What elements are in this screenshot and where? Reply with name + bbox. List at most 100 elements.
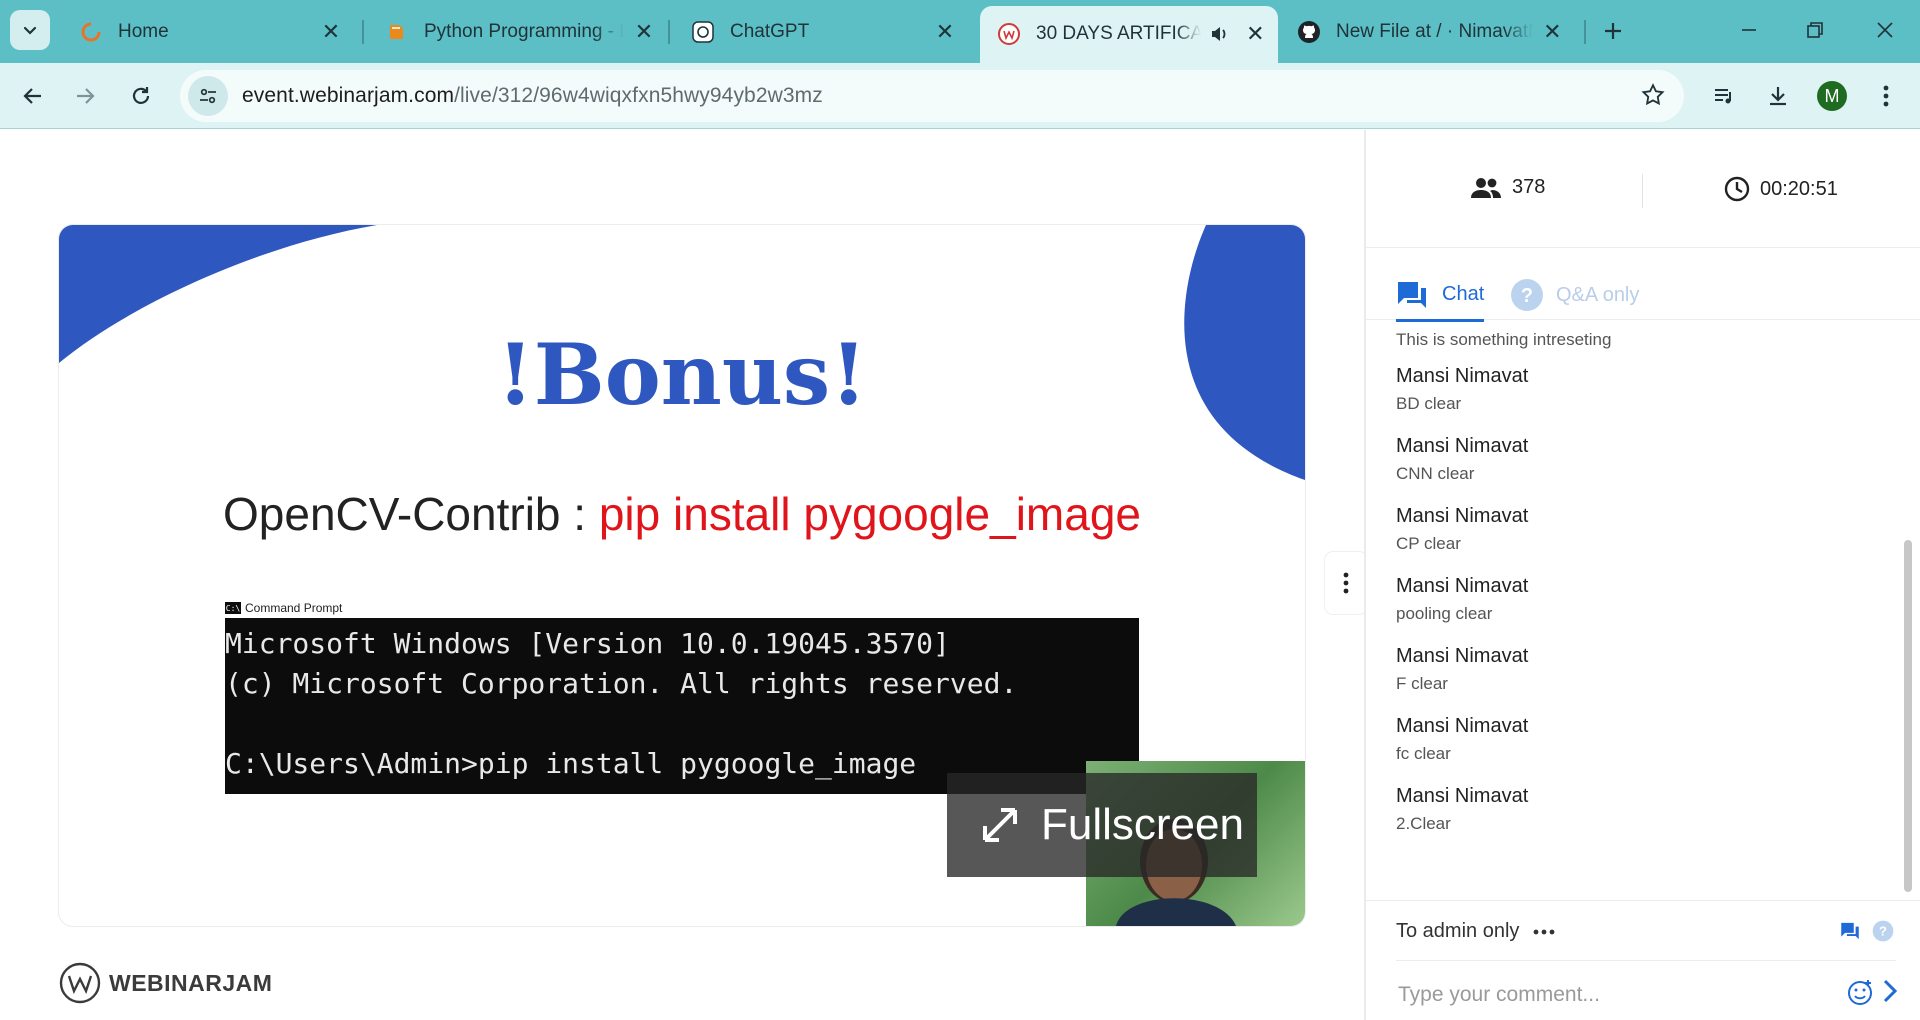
tab-separator [1584,20,1586,44]
question-icon[interactable]: ? [1872,920,1894,942]
tab-webinar-active[interactable]: 30 DAYS ARTIFICAL IN ✕ [980,6,1278,63]
tab-title: ChatGPT [730,20,810,42]
elapsed-time-value: 00:20:51 [1760,177,1838,200]
message-text: CNN clear [1396,464,1475,483]
chat-icon [1398,281,1426,308]
people-icon [1471,177,1501,198]
emoji-icon [1848,980,1872,1005]
chat-tabs: Chat ? Q&A only [1366,260,1920,322]
url-text[interactable]: event.webinarjam.com/live/312/96w4wiqxfx… [242,84,823,108]
expand-icon [983,808,1017,842]
address-bar[interactable]: event.webinarjam.com/live/312/96w4wiqxfx… [180,70,1684,122]
tab-chat-label: Chat [1442,283,1485,305]
emoji-button[interactable] [1846,978,1874,1011]
svg-text:?: ? [1879,924,1887,939]
comment-input[interactable] [1396,975,1826,1015]
tab-python-programming[interactable]: Python Programming - La ✕ [368,8,668,55]
elapsed-time: 00:20:51 [1724,176,1838,202]
webinarjam-favicon-icon [996,21,1022,47]
chat-sidebar: 378 00:20:51 Chat ? Q&A only This is som… [1364,130,1920,1020]
minimize-icon [1742,29,1756,31]
more-vertical-icon [1343,572,1349,594]
arrow-right-icon [77,88,95,104]
message-text: 2.Clear [1396,814,1451,833]
audience-selector[interactable]: To admin only [1396,920,1555,943]
media-control-button[interactable] [1704,75,1744,117]
chat-messages: This is something intreseting Mansi Nima… [1396,326,1896,896]
tab-chatgpt[interactable]: ChatGPT ✕ [674,8,970,55]
fullscreen-label: Fullscreen [1041,800,1244,849]
back-button[interactable] [12,75,54,117]
minimize-button[interactable] [1724,10,1774,50]
more-horizontal-icon [1534,929,1555,934]
cmd-window-title: Command Prompt [245,601,343,615]
chat-icon[interactable] [1840,921,1860,941]
close-window-button[interactable] [1860,10,1910,50]
speaker-icon[interactable] [1209,24,1229,44]
compose-divider [1396,960,1896,961]
session-stats: 378 00:20:51 [1366,130,1920,248]
chatgpt-favicon-icon [690,19,716,45]
fullscreen-button[interactable]: Fullscreen [947,773,1257,877]
message-author: Mansi Nimavat [1396,365,1529,387]
chevron-down-icon [23,26,37,35]
close-tab-icon[interactable]: ✕ [932,19,958,45]
book-favicon-icon [384,19,410,45]
chat-message: Mansi Nimavat 2.Clear [1396,782,1896,838]
reload-icon [132,87,150,104]
tab-home[interactable]: Home ✕ [62,8,356,55]
site-info-button[interactable] [188,76,228,116]
tab-title: 30 DAYS ARTIFICAL IN [1036,22,1201,44]
forward-button[interactable] [64,75,106,117]
close-tab-icon[interactable]: ✕ [318,19,344,45]
new-tab-button[interactable] [1596,14,1630,48]
tab-search-button[interactable] [10,10,50,50]
chat-scrollbar[interactable] [1904,540,1912,892]
browser-toolbar: event.webinarjam.com/live/312/96w4wiqxfx… [0,63,1920,129]
close-tab-icon[interactable]: ✕ [1245,21,1266,47]
slide-subtitle: OpenCV-Contrib : pip install pygoogle_im… [223,487,1141,541]
tab-separator [668,20,670,44]
tab-strip: Home ✕ Python Programming - La ✕ ChatGPT… [0,0,1920,63]
send-button[interactable] [1880,978,1900,1009]
avatar: M [1817,81,1847,111]
player-options-button[interactable] [1325,552,1367,614]
url-host: event.webinarjam.com [242,84,455,107]
webinarjam-logo: WEBINARJAM [59,962,272,1004]
attendee-count: 378 [1470,176,1545,199]
tab-github-new-file[interactable]: New File at / · NimavatMa ✕ [1280,8,1576,55]
chat-message: Mansi Nimavat F clear [1396,642,1896,698]
downloads-button[interactable] [1758,75,1798,117]
question-icon: ? [1511,279,1543,311]
profile-button[interactable]: M [1812,75,1852,117]
close-tab-icon[interactable]: ✕ [632,19,656,45]
chat-message: Mansi Nimavat pooling clear [1396,572,1896,628]
url-path: /live/312/96w4wiqxfxn5hwy94yb2w3mz [454,84,823,107]
message-author: Mansi Nimavat [1396,435,1529,457]
browser-menu-button[interactable] [1866,75,1906,117]
tab-qa-label: Q&A only [1556,283,1640,306]
chat-message: Mansi Nimavat CNN clear [1396,432,1896,488]
restore-button[interactable] [1790,10,1840,50]
message-text: fc clear [1396,744,1451,763]
chat-message: Mansi Nimavat fc clear [1396,712,1896,768]
tab-title: New File at / · NimavatMa [1336,20,1533,42]
message-text: pooling clear [1396,604,1493,623]
bookmark-star-icon[interactable] [1640,82,1666,113]
webinar-page: !Bonus! OpenCV-Contrib : pip install pyg… [0,130,1920,1020]
audience-mode-icons: ? [1840,920,1894,942]
close-tab-icon[interactable]: ✕ [1541,19,1564,45]
message-author: Mansi Nimavat [1396,715,1529,737]
tab-separator [362,20,364,44]
cmd-output: Microsoft Windows [Version 10.0.19045.35… [225,627,1018,780]
download-icon [1770,87,1786,106]
tab-chat[interactable]: Chat [1396,270,1485,322]
reload-button[interactable] [120,75,162,117]
clock-icon [1724,176,1750,202]
slide-subtitle-prefix: OpenCV-Contrib : [223,488,599,540]
tab-qa-only[interactable]: ? Q&A only [1510,270,1639,320]
cmd-window-titlebar: C:\ Command Prompt [225,598,342,618]
arrow-left-icon [23,88,41,104]
message-author: Mansi Nimavat [1396,505,1529,527]
command-prompt-icon: C:\ [225,602,241,614]
